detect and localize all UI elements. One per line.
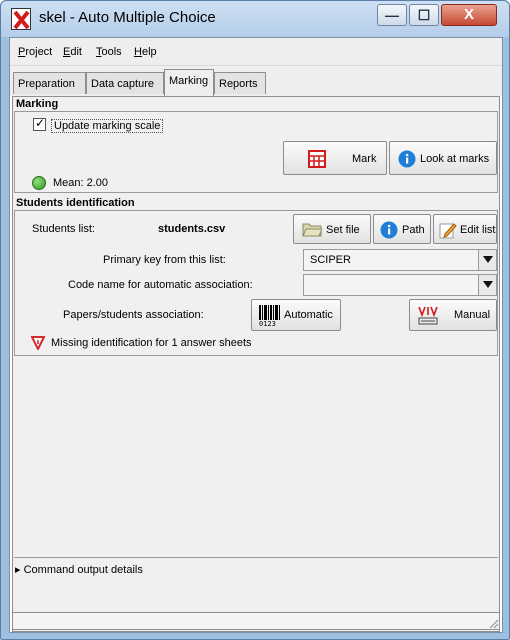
- mark-button-label: Mark: [352, 153, 377, 165]
- students-list-label: Students list:: [32, 223, 95, 235]
- tab-reports[interactable]: Reports: [214, 72, 266, 94]
- primary-key-label: Primary key from this list:: [103, 254, 226, 266]
- status-bar: [12, 612, 500, 630]
- pencil-icon: [439, 221, 457, 242]
- dropdown-arrow-icon[interactable]: [478, 275, 496, 295]
- edit-list-label: Edit list: [460, 224, 496, 236]
- folder-icon: [302, 221, 323, 240]
- title-bar[interactable]: skel - Auto Multiple Choice — ☐ X: [1, 1, 509, 37]
- primary-key-value: SCIPER: [310, 254, 351, 266]
- command-output-expander[interactable]: ▸ Command output details: [15, 563, 143, 576]
- client-area: Project Edit Tools Help Preparation Data…: [9, 37, 503, 633]
- window-title: skel - Auto Multiple Choice: [39, 9, 216, 26]
- look-at-marks-button[interactable]: Look at marks: [389, 141, 497, 175]
- manual-association-icon: [416, 305, 440, 330]
- close-button[interactable]: X: [441, 4, 497, 26]
- tab-preparation[interactable]: Preparation: [13, 72, 86, 94]
- marking-section-title: Marking: [16, 98, 59, 110]
- divider: [14, 557, 498, 558]
- calculator-icon: [308, 150, 326, 171]
- update-scale-label[interactable]: Update marking scale: [51, 119, 164, 133]
- tab-data-capture[interactable]: Data capture: [86, 72, 164, 94]
- menu-help-label: elp: [141, 46, 157, 58]
- path-button[interactable]: Path: [373, 214, 431, 244]
- tab-marking[interactable]: Marking: [164, 69, 214, 96]
- set-file-button[interactable]: Set file: [293, 214, 371, 244]
- set-file-label: Set file: [326, 224, 360, 236]
- menu-project-label: roject: [25, 46, 53, 58]
- path-label: Path: [402, 224, 425, 236]
- warning-icon: [30, 336, 46, 353]
- edit-list-button[interactable]: Edit list: [433, 214, 497, 244]
- look-at-marks-label: Look at marks: [420, 153, 490, 165]
- code-name-label: Code name for automatic association:: [68, 279, 253, 291]
- info-icon: [398, 150, 416, 171]
- automatic-label: Automatic: [284, 309, 333, 321]
- command-output-label: Command output details: [23, 564, 143, 576]
- marking-panel: Marking ✓ Update marking scale Mark Look…: [12, 96, 500, 632]
- barcode-digits: 0123: [259, 320, 276, 328]
- mean-text: Mean: 2.00: [53, 177, 109, 189]
- students-section-title: Students identification: [16, 197, 135, 209]
- minimize-icon: —: [385, 7, 399, 23]
- menu-edit[interactable]: Edit: [63, 46, 82, 58]
- update-scale-checkbox[interactable]: ✓: [33, 116, 46, 131]
- code-name-select[interactable]: [303, 274, 497, 296]
- status-ok-icon: [32, 176, 46, 190]
- manual-button[interactable]: Manual: [409, 299, 497, 331]
- maximize-button[interactable]: ☐: [409, 4, 439, 26]
- menu-tools-label: ools: [101, 46, 122, 58]
- menu-edit-label: dit: [70, 46, 82, 58]
- expander-arrow-icon: ▸: [15, 564, 21, 576]
- association-label: Papers/students association:: [63, 309, 204, 321]
- tab-strip: Preparation Data capture Marking Reports: [10, 66, 502, 96]
- check-icon: ✓: [35, 116, 46, 130]
- automatic-button[interactable]: 0123 Automatic: [251, 299, 341, 331]
- path-info-icon: [380, 221, 398, 242]
- primary-key-select[interactable]: SCIPER: [303, 249, 497, 271]
- menu-help-mnemonic: H: [134, 46, 142, 58]
- missing-id-warning: Missing identification for 1 answer shee…: [51, 337, 252, 349]
- app-icon: [11, 8, 31, 30]
- resize-grip-icon[interactable]: [487, 617, 499, 629]
- menu-bar: Project Edit Tools Help: [10, 38, 502, 66]
- menu-project[interactable]: Project: [18, 46, 52, 58]
- menu-help[interactable]: Help: [134, 46, 157, 58]
- maximize-icon: ☐: [417, 7, 431, 23]
- menu-tools[interactable]: Tools: [96, 46, 122, 58]
- app-window: skel - Auto Multiple Choice — ☐ X Projec…: [0, 0, 510, 640]
- manual-label: Manual: [454, 309, 491, 321]
- students-list-file: students.csv: [158, 223, 226, 235]
- dropdown-arrow-icon[interactable]: [478, 250, 496, 270]
- close-icon: X: [463, 6, 474, 23]
- minimize-button[interactable]: —: [377, 4, 407, 26]
- mark-button[interactable]: Mark: [283, 141, 387, 175]
